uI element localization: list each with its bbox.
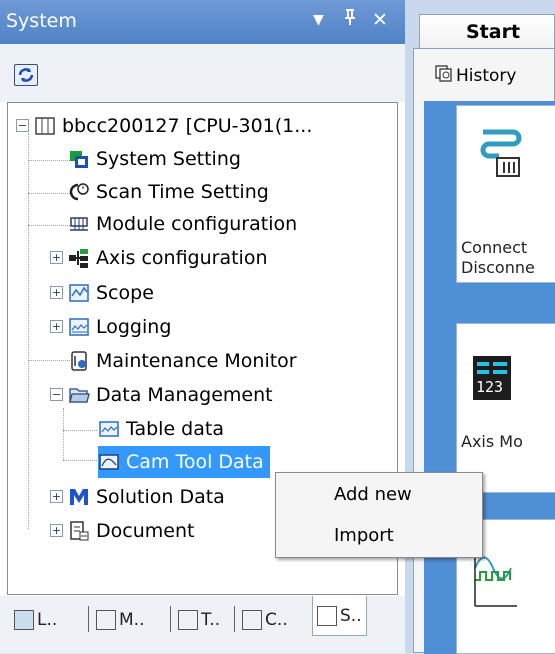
tree-item-data-management[interactable]: Data Management <box>68 379 273 411</box>
tree-item-system-setting[interactable]: System Setting <box>68 143 241 175</box>
maintenance-monitor-icon <box>68 350 90 372</box>
cam-tool-data-icon <box>98 451 120 473</box>
axis-expand-toggle[interactable]: + <box>50 251 63 264</box>
logging-expand-toggle[interactable]: + <box>50 320 63 333</box>
axis-config-icon <box>68 247 90 269</box>
panel-title: System <box>6 10 77 32</box>
tree-connector <box>63 430 97 431</box>
axis-monitor-tile[interactable]: 123 Axis Mo <box>456 323 555 493</box>
tab-start[interactable]: Start <box>419 14 555 48</box>
panel-header: System ▼ ✕ <box>0 0 405 44</box>
tree-connector <box>28 193 70 194</box>
pin-icon[interactable] <box>343 8 357 32</box>
tree-item-solution-data[interactable]: Solution Data <box>68 481 225 513</box>
tree-item-scope[interactable]: Scope <box>68 277 154 309</box>
tree-item-module-configuration[interactable]: Module configuration <box>68 208 297 240</box>
menu-item-import[interactable]: Import <box>334 525 394 546</box>
tree-connector <box>63 460 97 461</box>
table-data-icon <box>98 418 120 440</box>
start-page: History Connect Disconne 123 Axis Mo <box>413 48 555 654</box>
document-expand-toggle[interactable]: + <box>50 524 63 537</box>
connect-disconnect-tile[interactable]: Connect Disconne <box>456 105 555 283</box>
tab-system[interactable]: S.. <box>312 596 367 636</box>
logging-icon <box>68 316 90 338</box>
refresh-icon <box>18 68 34 82</box>
history-link[interactable]: History <box>434 63 516 88</box>
scope-icon <box>68 282 90 304</box>
tree-item-cam-tool-data[interactable]: Cam Tool Data <box>98 446 270 478</box>
monitor-tab-icon <box>96 610 116 630</box>
root-collapse-toggle[interactable]: − <box>16 119 29 132</box>
panel-bottom-tabs: L.. M.. T.. C.. S.. <box>0 596 405 653</box>
tree-item-document[interactable]: Document <box>68 515 194 547</box>
axis-monitor-icon: 123 <box>473 356 511 400</box>
solution-data-icon <box>68 486 90 508</box>
controller-icon <box>34 115 56 137</box>
tree-item-maintenance-monitor[interactable]: Maintenance Monitor <box>68 345 297 377</box>
tree-tab-icon <box>178 610 198 630</box>
tree-item-logging[interactable]: Logging <box>68 311 171 343</box>
system-setting-icon <box>68 148 90 170</box>
menu-item-add-new[interactable]: Add new <box>334 484 412 505</box>
system-tab-icon <box>317 605 337 626</box>
layout-tab-icon <box>14 610 34 630</box>
tree-item-table-data[interactable]: Table data <box>98 413 224 445</box>
document-icon <box>68 520 90 542</box>
waveform-icon <box>471 550 521 615</box>
refresh-button[interactable] <box>14 64 38 86</box>
tree-connector <box>28 160 70 161</box>
tree-root[interactable]: bbcc200127 [CPU-301(1... <box>34 110 312 142</box>
tab-monitor[interactable]: M.. <box>96 602 144 638</box>
connect-icon <box>477 126 525 187</box>
tab-separator <box>88 606 89 632</box>
module-config-icon <box>68 213 90 235</box>
tab-layout[interactable]: L.. <box>14 602 57 638</box>
scan-time-icon <box>68 181 90 203</box>
tree-connector <box>63 408 64 460</box>
dropdown-icon[interactable]: ▼ <box>313 8 324 32</box>
c-tab-icon <box>242 610 262 630</box>
solution-data-expand-toggle[interactable]: + <box>50 490 63 503</box>
close-icon[interactable]: ✕ <box>372 8 388 32</box>
tree-root-label: bbcc200127 [CPU-301(1... <box>62 115 313 137</box>
data-management-collapse-toggle[interactable]: − <box>50 388 63 401</box>
history-icon <box>434 63 454 88</box>
tab-separator <box>170 606 171 632</box>
tab-separator <box>234 606 235 632</box>
tree-item-scan-time-setting[interactable]: Scan Time Setting <box>68 176 269 208</box>
folder-open-icon <box>68 384 90 406</box>
tree-item-axis-configuration[interactable]: Axis configuration <box>68 242 268 274</box>
tree-connector <box>28 360 70 361</box>
tree-connector <box>28 225 70 226</box>
tab-c[interactable]: C.. <box>242 602 288 638</box>
tab-tree[interactable]: T.. <box>178 602 220 638</box>
scope-expand-toggle[interactable]: + <box>50 286 63 299</box>
context-menu: Add new Import <box>275 472 483 558</box>
start-tiles-panel: Connect Disconne 123 Axis Mo <box>424 101 555 654</box>
panel-toolbar <box>0 44 405 102</box>
